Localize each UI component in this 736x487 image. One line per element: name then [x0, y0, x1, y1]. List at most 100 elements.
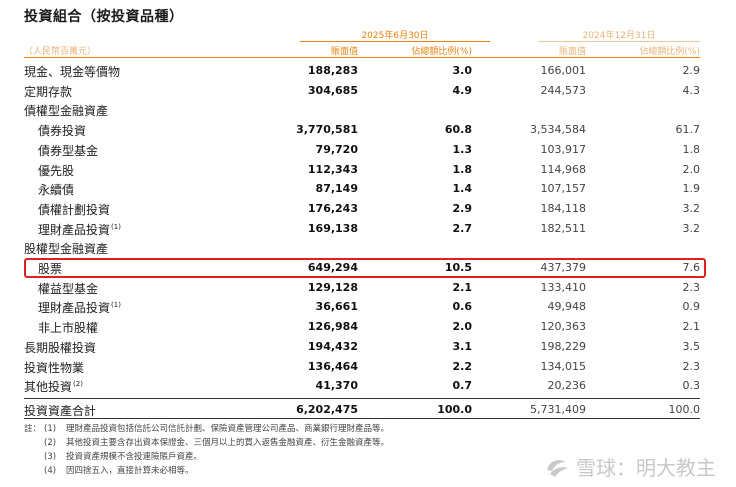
footnote-number: (2)	[44, 438, 57, 448]
cell-c2: 0.6	[452, 300, 473, 314]
cell-c3: 166,001	[540, 64, 587, 77]
total-current-share: 100.0	[437, 403, 472, 416]
cell-c4: 61.7	[675, 123, 701, 137]
row-label: 理財產品投資	[38, 301, 111, 316]
row-label: 債券型基金	[38, 143, 99, 158]
cell-c2: 0.7	[452, 379, 473, 393]
footnotes: 註： (1) 理財產品投資包括信託公司信託計劃、保險資產管理公司產品、商業銀行理財產…	[24, 422, 389, 478]
total-prior-share: 100.0	[668, 403, 701, 416]
period-prior: 2024年12月31日	[582, 31, 656, 41]
cell-c2: 3.1	[452, 339, 473, 353]
table-row: 長期股權投資 194,432 3.1 198,229 3.5	[24, 337, 700, 356]
cell-c3: 184,118	[540, 201, 587, 215]
cell-c4: 3.2	[682, 221, 701, 235]
row-label: 債券投資	[38, 124, 87, 139]
cell-c3: 133,410	[540, 280, 587, 294]
cell-c4: 3.5	[682, 339, 701, 353]
snowball-logo-icon	[547, 459, 568, 477]
footnote-number: (3)	[44, 452, 57, 462]
cell-c1: 112,343	[307, 162, 358, 176]
footnote-prefix: 註：	[24, 424, 42, 434]
col-header-prior-share: 佔總額比例(%)	[639, 47, 700, 57]
cell-c4: 0.9	[682, 300, 701, 314]
footnote-ref: (2)	[73, 380, 83, 389]
footnote: (2) 其他投資主要含存出資本保證金、三個月以上的買入返售金融資產、衍生金融資產等…	[24, 436, 389, 450]
cell-c3: 134,015	[540, 359, 587, 373]
cell-c3: 182,511	[540, 221, 587, 235]
footnote-text: 其他投資主要含存出資本保證金、三個月以上的買入返售金融資產、衍生金融資產等。	[66, 438, 390, 448]
table-row: 權益型基金 129,128 2.1 133,410 2.3	[24, 278, 700, 297]
cell-c1: 41,370	[315, 379, 358, 393]
cell-c3: 198,229	[540, 339, 587, 353]
highlight-box-stocks	[24, 258, 706, 278]
footnote: (3) 投資資產規模不含投連險賬戶資產。	[24, 450, 389, 464]
row-label: 優先股	[38, 163, 75, 178]
table-row: 債券投資 3,770,581 60.8 3,534,584 61.7	[24, 120, 700, 139]
cell-c1: 36,661	[315, 300, 358, 314]
cell-c1: 79,720	[315, 142, 358, 156]
cell-c3: 120,363	[540, 320, 587, 334]
cell-c4: 0.3	[682, 379, 701, 393]
cell-c3: 3,534,584	[530, 123, 586, 137]
footnote-number: (4)	[44, 466, 57, 476]
table-row: 理財產品投資(1) 169,138 2.7 182,511 3.2	[24, 219, 700, 238]
row-label-wrap: 理財產品投資(1)	[38, 299, 121, 316]
total-bottom-rule	[24, 418, 700, 419]
row-label: 債權型金融資產	[24, 104, 109, 119]
cell-c4: 1.8	[682, 142, 701, 156]
table-row: 現金、現金等價物 188,283 3.0 166,001 2.9	[24, 61, 700, 80]
cell-c3: 103,917	[540, 142, 587, 156]
footnote-ref: (1)	[111, 222, 121, 231]
cell-c3: 20,236	[547, 379, 587, 393]
table-row: 定期存款 304,685 4.9 244,573 4.3	[24, 81, 700, 100]
cell-c2: 3.0	[452, 64, 473, 77]
cell-c4: 2.3	[682, 359, 701, 373]
cell-c2: 60.8	[444, 123, 472, 137]
period-current: 2025年6月30日	[361, 31, 429, 41]
footnote-ref: (1)	[111, 301, 121, 310]
table-row: 理財產品投資(1) 36,661 0.6 49,948 0.9	[24, 297, 700, 316]
row-label: 理財產品投資	[38, 222, 111, 237]
cell-c2: 1.3	[452, 142, 473, 156]
footnote-text: 因四捨五入，直接計算未必相等。	[66, 466, 194, 476]
table-row: 投資性物業 136,464 2.2 134,015 2.3	[24, 357, 700, 376]
row-label: 權益型基金	[38, 281, 99, 296]
row-label: 其他投資	[24, 380, 73, 395]
watermark-text: 雪球：明大教主	[576, 456, 716, 480]
row-label: 投資性物業	[24, 360, 85, 375]
cell-c3: 244,573	[540, 83, 587, 97]
cell-c1: 194,432	[307, 339, 358, 353]
col-header-current-share: 佔總額比例(%)	[411, 47, 472, 57]
row-label: 定期存款	[24, 84, 73, 99]
cell-c4: 1.9	[682, 182, 701, 196]
period-current-underline	[300, 41, 490, 42]
total-current-amount: 6,202,475	[296, 403, 358, 416]
row-label: 債權計劃投資	[38, 202, 111, 217]
cell-c2: 2.1	[452, 280, 473, 294]
cell-c4: 2.1	[682, 320, 701, 334]
table-row: 永續債 87,149 1.4 107,157 1.9	[24, 179, 700, 198]
table-row: 優先股 112,343 1.8 114,968 2.0	[24, 160, 700, 179]
cell-c3: 49,948	[547, 300, 587, 314]
col-header-current-amount: 賬面值	[330, 47, 358, 57]
cell-c2: 1.4	[452, 182, 473, 196]
cell-c1: 304,685	[307, 83, 358, 97]
table-row: 非上市股權 126,984 2.0 120,363 2.1	[24, 317, 700, 336]
cell-c3: 114,968	[540, 162, 587, 176]
cell-c1: 136,464	[307, 359, 358, 373]
footnote: (4) 因四捨五入，直接計算未必相等。	[24, 464, 389, 478]
row-label-wrap: 理財產品投資(1)	[38, 221, 121, 238]
cell-c2: 2.0	[452, 320, 473, 334]
total-label: 投資資產合計	[24, 404, 97, 418]
cell-c1: 87,149	[315, 182, 358, 196]
cell-c4: 4.3	[682, 83, 701, 97]
watermark: 雪球：明大教主	[544, 452, 716, 481]
footnote-text: 理財產品投資包括信託公司信託計劃、保險資產管理公司產品、商業銀行理財產品等。	[66, 424, 390, 434]
cell-c4: 3.2	[682, 201, 701, 215]
total-prior-amount: 5,731,409	[530, 403, 586, 416]
cell-c4: 2.3	[682, 280, 701, 294]
table-row: 其他投資(2) 41,370 0.7 20,236 0.3	[24, 376, 700, 395]
cell-c4: 2.9	[682, 64, 701, 77]
cell-c1: 3,770,581	[296, 123, 358, 137]
table-title: 投資組合（按投資品種）	[24, 9, 184, 25]
